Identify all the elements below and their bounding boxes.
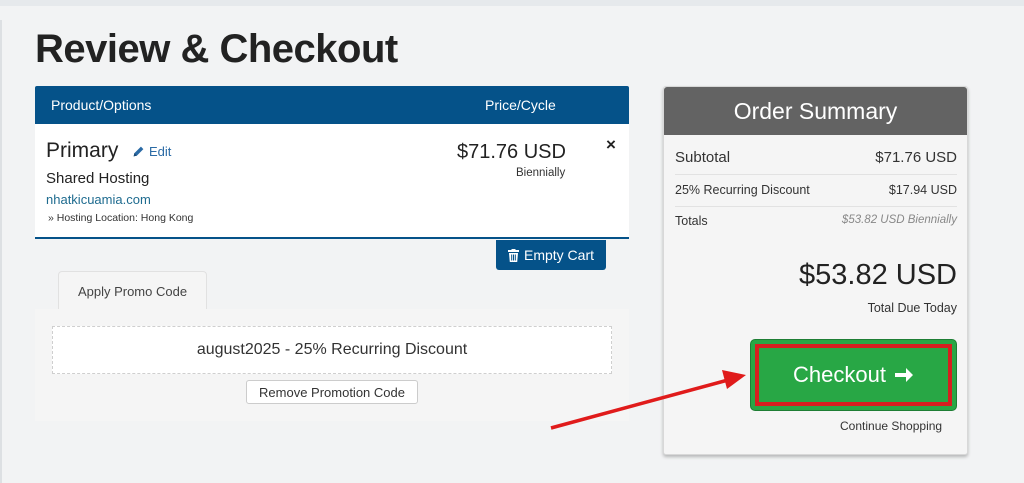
item-edit-label: Edit bbox=[149, 144, 172, 159]
empty-cart-button[interactable]: Empty Cart bbox=[496, 240, 606, 270]
item-product-group: Shared Hosting bbox=[46, 170, 150, 187]
promo-panel: august2025 - 25% Recurring Discount Remo… bbox=[35, 309, 629, 421]
total-due-label: Total Due Today bbox=[867, 301, 957, 315]
summary-row-totals: Totals $53.82 USD Biennially bbox=[675, 214, 957, 238]
arrow-right-icon bbox=[894, 368, 913, 382]
summary-value: $17.94 USD bbox=[888, 183, 957, 197]
checkout-label: Checkout bbox=[793, 362, 886, 387]
left-border bbox=[0, 20, 2, 483]
applied-promo-text: august2025 - 25% Recurring Discount bbox=[52, 326, 612, 374]
summary-value: $53.82 USD Biennially bbox=[841, 214, 957, 226]
tab-apply-promo-code[interactable]: Apply Promo Code bbox=[58, 271, 207, 310]
cart-table: Product/Options Price/Cycle Primary Edit… bbox=[35, 86, 629, 239]
item-product-name: Primary bbox=[46, 139, 119, 162]
item-domain: nhatkicuamia.com bbox=[46, 192, 151, 207]
trash-icon bbox=[507, 248, 519, 262]
cart-header: Product/Options Price/Cycle bbox=[35, 86, 629, 124]
item-price: $71.76 USD bbox=[457, 141, 566, 163]
summary-label: Subtotal bbox=[675, 149, 731, 166]
item-edit-link[interactable]: Edit bbox=[132, 144, 171, 159]
checkout-button[interactable]: Checkout bbox=[751, 340, 956, 410]
summary-label: Totals bbox=[675, 214, 708, 228]
summary-value: $71.76 USD bbox=[875, 149, 957, 166]
empty-cart-label: Empty Cart bbox=[523, 247, 594, 263]
item-billing-cycle: Biennially bbox=[516, 167, 566, 179]
checkout-highlight: Checkout bbox=[755, 344, 952, 406]
total-due-amount: $53.82 USD bbox=[799, 259, 957, 291]
header-product-options: Product/Options bbox=[51, 97, 152, 113]
item-config-option: » Hosting Location: Hong Kong bbox=[48, 212, 194, 224]
order-summary-title: Order Summary bbox=[664, 87, 967, 135]
continue-shopping-link[interactable]: Continue Shopping bbox=[840, 419, 942, 433]
summary-row-subtotal: Subtotal $71.76 USD bbox=[675, 149, 957, 175]
item-remove-button[interactable]: × bbox=[606, 135, 616, 155]
order-summary: Order Summary Subtotal $71.76 USD 25% Re… bbox=[663, 86, 968, 455]
cart-item: Primary Edit Shared Hosting nhatkicuamia… bbox=[35, 124, 629, 239]
top-strip bbox=[0, 0, 1024, 6]
page: Review & Checkout Product/Options Price/… bbox=[0, 0, 1024, 483]
page-title: Review & Checkout bbox=[35, 27, 398, 71]
header-price-cycle: Price/Cycle bbox=[485, 97, 556, 113]
summary-label: 25% Recurring Discount bbox=[675, 183, 810, 197]
pencil-icon bbox=[133, 146, 144, 157]
summary-row-discount: 25% Recurring Discount $17.94 USD bbox=[675, 183, 957, 207]
remove-promo-button[interactable]: Remove Promotion Code bbox=[246, 380, 418, 404]
